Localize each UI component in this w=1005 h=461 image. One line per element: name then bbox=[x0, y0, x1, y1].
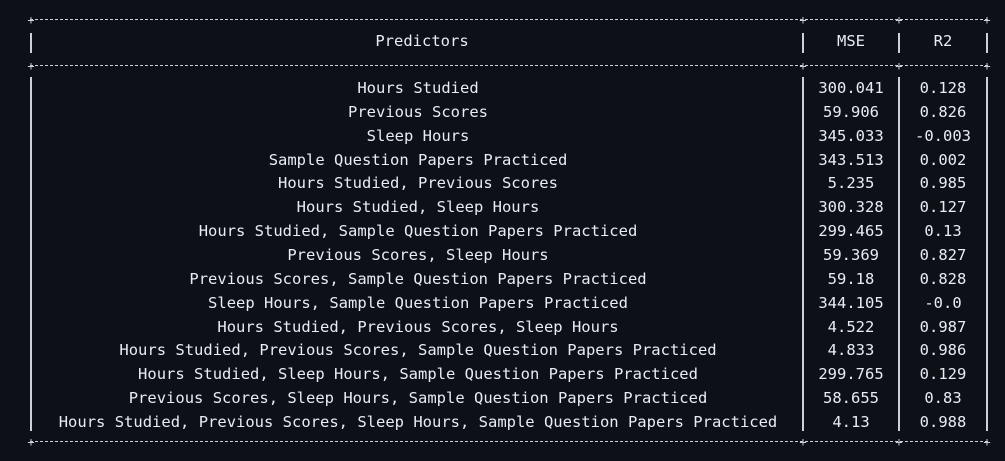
border-corner: + bbox=[895, 59, 903, 73]
cell-r2: -0.0 bbox=[924, 294, 962, 312]
cell-mse: 343.513 bbox=[818, 151, 884, 169]
cell-predictors: Previous Scores, Sleep Hours, Sample Que… bbox=[128, 389, 708, 407]
cell-mse: 300.041 bbox=[818, 79, 884, 97]
header-separator bbox=[30, 65, 988, 66]
border-bottom bbox=[30, 441, 988, 442]
cell-predictors: Sleep Hours bbox=[366, 127, 470, 145]
border-corner: + bbox=[27, 13, 35, 27]
column-separator bbox=[30, 77, 32, 431]
column-separator bbox=[802, 33, 804, 53]
header-predictors: Predictors bbox=[375, 32, 469, 50]
column-separator bbox=[986, 77, 988, 431]
cell-predictors: Hours Studied, Previous Scores bbox=[278, 174, 558, 192]
terminal-output: Predictors MSE R2 Hours Studied 300.041 0.… bbox=[0, 0, 1005, 461]
cell-predictors: Hours Studied, Previous Scores, Sample Q… bbox=[119, 341, 717, 359]
cell-predictors: Previous Scores, Sample Question Papers … bbox=[189, 270, 647, 288]
cell-mse: 59.906 bbox=[823, 103, 879, 121]
cell-predictors: Hours Studied, Previous Scores, Sleep Ho… bbox=[58, 413, 778, 431]
column-separator bbox=[802, 77, 804, 431]
border-corner: + bbox=[983, 13, 991, 27]
header-r2: R2 bbox=[933, 32, 953, 50]
border-corner: + bbox=[895, 13, 903, 27]
border-corner: + bbox=[799, 59, 807, 73]
cell-r2: 0.13 bbox=[924, 222, 962, 240]
cell-mse: 59.369 bbox=[823, 246, 879, 264]
cell-predictors: Hours Studied, Previous Scores, Sleep Ho… bbox=[217, 318, 619, 336]
border-corner: + bbox=[983, 435, 991, 449]
cell-mse: 5.235 bbox=[827, 174, 875, 192]
cell-r2: 0.129 bbox=[919, 365, 967, 383]
cell-predictors: Hours Studied, Sleep Hours bbox=[296, 198, 540, 216]
cell-mse: 299.765 bbox=[818, 365, 884, 383]
cell-r2: 0.987 bbox=[919, 318, 967, 336]
header-mse: MSE bbox=[837, 32, 865, 50]
cell-r2: 0.828 bbox=[919, 270, 967, 288]
cell-predictors: Previous Scores bbox=[348, 103, 488, 121]
cell-mse: 59.18 bbox=[827, 270, 875, 288]
border-corner: + bbox=[799, 435, 807, 449]
cell-r2: 0.988 bbox=[919, 413, 967, 431]
cell-predictors: Hours Studied, Sleep Hours, Sample Quest… bbox=[138, 365, 698, 383]
cell-r2: 0.827 bbox=[919, 246, 967, 264]
cell-mse: 345.033 bbox=[818, 127, 884, 145]
cell-mse: 300.328 bbox=[818, 198, 884, 216]
border-corner: + bbox=[799, 13, 807, 27]
border-corner: + bbox=[983, 59, 991, 73]
cell-r2: 0.986 bbox=[919, 341, 967, 359]
border-top bbox=[30, 19, 988, 20]
cell-predictors: Hours Studied, Sample Question Papers Pr… bbox=[198, 222, 638, 240]
cell-predictors: Previous Scores, Sleep Hours bbox=[287, 246, 549, 264]
cell-r2: 0.127 bbox=[919, 198, 967, 216]
cell-r2: 0.985 bbox=[919, 174, 967, 192]
cell-mse: 344.105 bbox=[818, 294, 884, 312]
border-corner: + bbox=[895, 435, 903, 449]
cell-mse: 4.13 bbox=[832, 413, 870, 431]
cell-mse: 58.655 bbox=[823, 389, 879, 407]
cell-r2: 0.826 bbox=[919, 103, 967, 121]
column-separator bbox=[30, 33, 32, 53]
column-separator bbox=[898, 33, 900, 53]
cell-r2: 0.128 bbox=[919, 79, 967, 97]
cell-mse: 299.465 bbox=[818, 222, 884, 240]
cell-r2: 0.83 bbox=[924, 389, 962, 407]
cell-r2: 0.002 bbox=[919, 151, 967, 169]
column-separator bbox=[898, 77, 900, 431]
cell-r2: -0.003 bbox=[915, 127, 971, 145]
cell-predictors: Sleep Hours, Sample Question Papers Prac… bbox=[208, 294, 628, 312]
cell-mse: 4.833 bbox=[827, 341, 875, 359]
cell-mse: 4.522 bbox=[827, 318, 875, 336]
cell-predictors: Sample Question Papers Practiced bbox=[268, 151, 568, 169]
border-corner: + bbox=[27, 59, 35, 73]
cell-predictors: Hours Studied bbox=[357, 79, 479, 97]
column-separator bbox=[986, 33, 988, 53]
border-corner: + bbox=[27, 435, 35, 449]
